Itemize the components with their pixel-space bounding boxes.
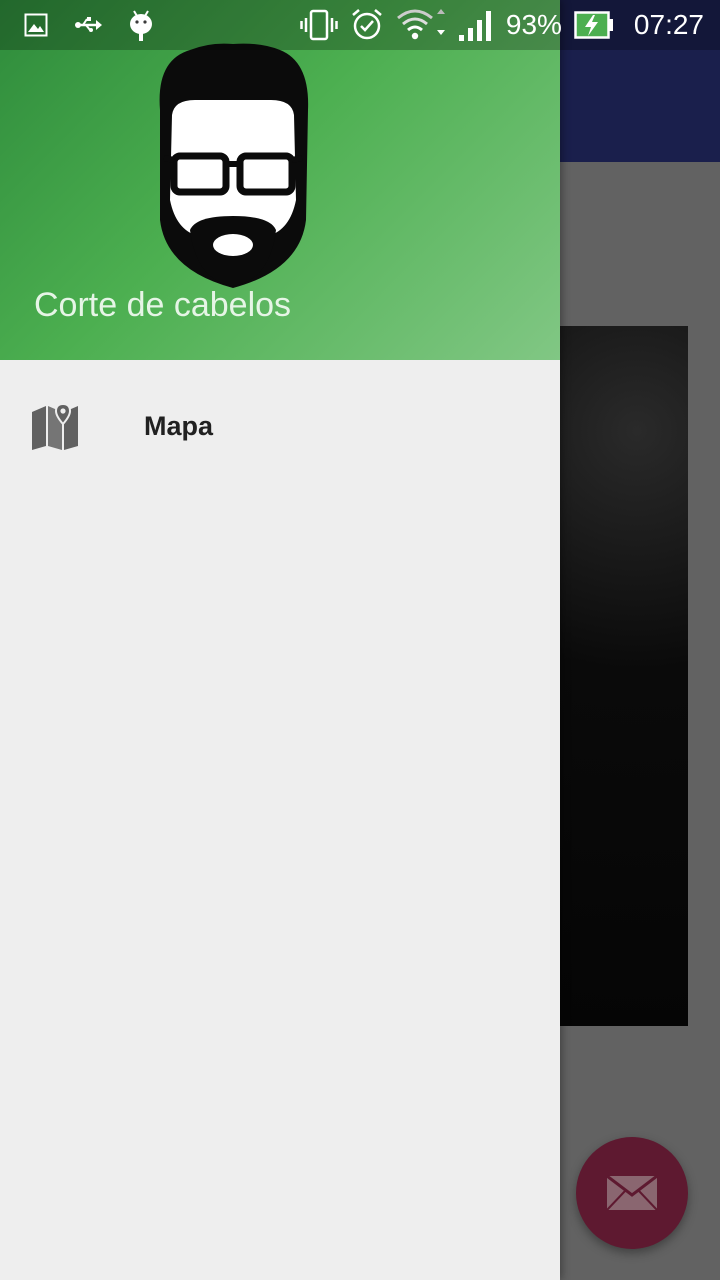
background-image xyxy=(560,326,688,1026)
wifi-icon xyxy=(396,9,445,40)
alarm-icon xyxy=(352,9,382,40)
map-icon xyxy=(32,402,78,450)
email-fab-button[interactable] xyxy=(576,1137,688,1249)
drawer-header: Corte de cabelos xyxy=(0,0,560,360)
clock: 07:27 xyxy=(633,9,704,40)
email-icon xyxy=(606,1175,658,1211)
usb-icon xyxy=(75,17,102,32)
drawer-item-mapa[interactable]: Mapa xyxy=(0,370,560,482)
battery-charging-icon xyxy=(574,11,613,39)
navigation-drawer: Corte de cabelos Mapa xyxy=(0,0,560,1280)
drawer-item-label: Mapa xyxy=(144,410,214,441)
android-debug-icon xyxy=(130,10,152,41)
bearded-man-avatar xyxy=(159,43,309,288)
image-icon xyxy=(24,13,48,37)
battery-percent: 93% xyxy=(505,9,562,40)
signal-icon xyxy=(458,11,491,41)
status-bar: 93% 07:27 xyxy=(0,0,720,50)
drawer-header-title: Corte de cabelos xyxy=(34,286,292,324)
vibrate-icon xyxy=(300,9,338,41)
